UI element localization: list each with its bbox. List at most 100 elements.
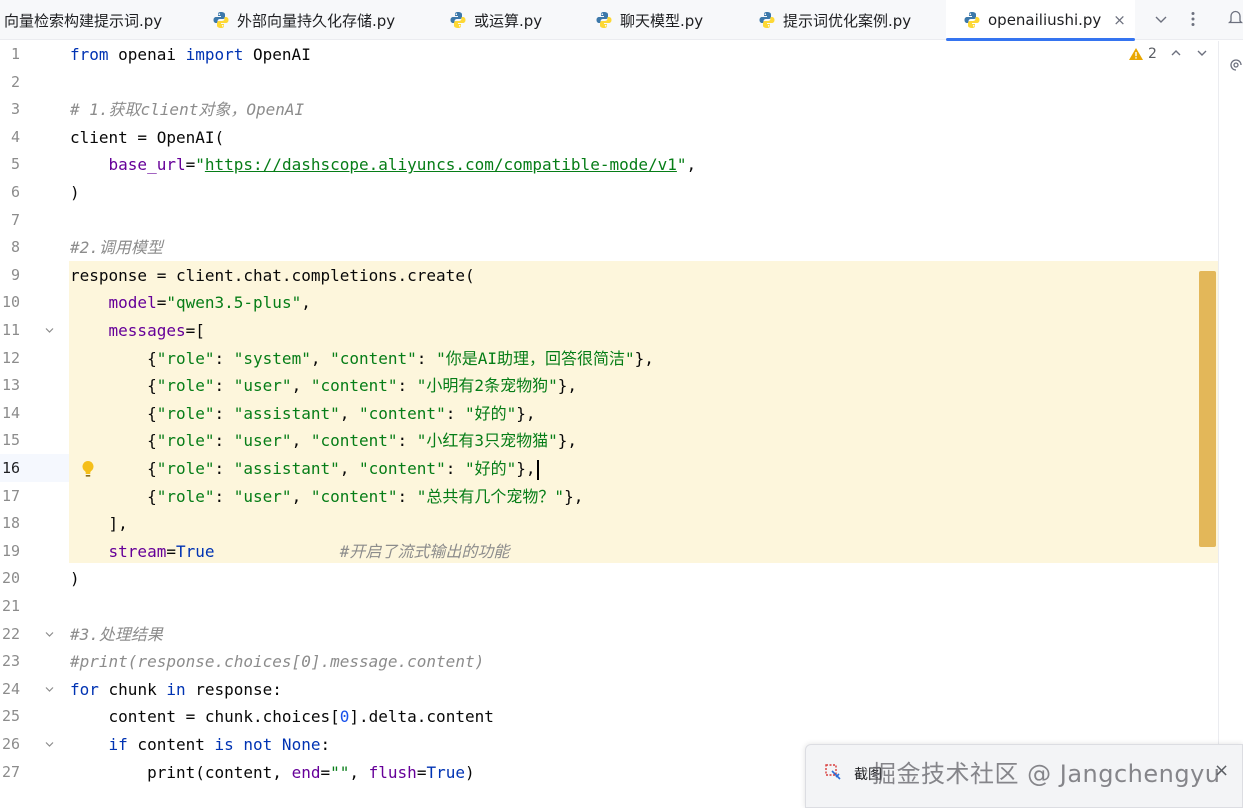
code-text[interactable]: {"role": "assistant", "content": "好的"},: [70, 455, 539, 483]
fold-chevron-icon[interactable]: [44, 325, 56, 337]
line-number[interactable]: 13: [0, 372, 20, 400]
line-number[interactable]: 5: [0, 151, 20, 179]
previous-highlight-chevron-up-icon[interactable]: [1168, 46, 1184, 66]
code-line[interactable]: 24 for chunk in response:: [0, 676, 1218, 704]
code-text[interactable]: #print(response.choices[0].message.conte…: [70, 648, 484, 676]
tab-xiangliang-jiansuo[interactable]: 向量检索构建提示词.py: [4, 0, 162, 40]
code-token: =: [320, 762, 331, 782]
code-text[interactable]: {"role": "user", "content": "小红有3只宠物猫"},: [70, 427, 577, 455]
code-text[interactable]: ): [70, 179, 80, 207]
code-line[interactable]: 2: [0, 69, 1218, 97]
code-line[interactable]: 22 #3.处理结果: [0, 621, 1218, 649]
code-line[interactable]: 6): [0, 179, 1218, 207]
line-number[interactable]: 17: [0, 483, 20, 511]
toast-close-icon[interactable]: ×: [1214, 760, 1229, 781]
code-line[interactable]: 13 {"role": "user", "content": "小明有2条宠物狗…: [0, 372, 1218, 400]
notifications-bell-icon[interactable]: [1228, 8, 1243, 26]
line-number[interactable]: 25: [0, 703, 20, 731]
line-number[interactable]: 26: [0, 731, 20, 759]
code-text[interactable]: client = OpenAI(: [70, 124, 224, 152]
code-text[interactable]: if content is not None:: [70, 731, 331, 759]
inspection-widget[interactable]: 2: [1128, 46, 1157, 62]
code-text[interactable]: #2.调用模型: [70, 234, 163, 262]
code-text[interactable]: stream=True #开启了流式输出的功能: [70, 538, 510, 566]
code-line[interactable]: 14 {"role": "assistant", "content": "好的"…: [0, 400, 1218, 428]
code-text[interactable]: for chunk in response:: [70, 676, 282, 704]
line-number[interactable]: 19: [0, 538, 20, 566]
next-highlight-chevron-down-icon[interactable]: [1194, 46, 1210, 66]
ai-assistant-spiral-icon[interactable]: [1228, 56, 1243, 74]
code-line[interactable]: 9 response = client.chat.completions.crea…: [0, 262, 1218, 290]
code-line[interactable]: 19 stream=True #开启了流式输出的功能: [0, 538, 1218, 566]
code-text[interactable]: {"role": "assistant", "content": "好的"},: [70, 400, 535, 428]
line-number[interactable]: 18: [0, 510, 20, 538]
line-number[interactable]: 10: [0, 289, 20, 317]
code-editor[interactable]: 1 from openai import OpenAI 2 3 # 1.获取client…: [0, 41, 1218, 808]
code-text[interactable]: from openai import OpenAI: [70, 41, 311, 69]
tab-openailiushi[interactable]: openailiushi.py ×: [946, 0, 1135, 41]
line-number[interactable]: 7: [0, 207, 20, 235]
line-number[interactable]: 1: [0, 41, 20, 69]
code-line[interactable]: 7: [0, 207, 1218, 235]
code-text[interactable]: {"role": "user", "content": "总共有几个宠物？"},: [70, 483, 583, 511]
code-line[interactable]: 5 base_url="https://dashscope.aliyuncs.c…: [0, 151, 1218, 179]
code-text[interactable]: model="qwen3.5-plus",: [70, 289, 311, 317]
code-text[interactable]: content = chunk.choices[0].delta.content: [70, 703, 494, 731]
tab-huo-yunsuan[interactable]: 或运算.py: [449, 0, 542, 40]
code-line[interactable]: 17 {"role": "user", "content": "总共有几个宠物？…: [0, 483, 1218, 511]
code-line[interactable]: 23 #print(response.choices[0].message.con…: [0, 648, 1218, 676]
code-line[interactable]: 4 client = OpenAI(: [0, 124, 1218, 152]
right-tool-strip: [1218, 41, 1243, 808]
code-line[interactable]: 18 ],: [0, 510, 1218, 538]
code-text[interactable]: {"role": "system", "content": "你是AI助理，回答…: [70, 345, 654, 373]
fold-chevron-icon[interactable]: [44, 739, 56, 751]
line-number[interactable]: 16: [0, 455, 20, 483]
code-text[interactable]: base_url="https://dashscope.aliyuncs.com…: [70, 151, 697, 179]
code-line[interactable]: 8 #2.调用模型: [0, 234, 1218, 262]
scrollbar-change-marker[interactable]: [1199, 271, 1216, 547]
code-line[interactable]: 3 # 1.获取client对象，OpenAI: [0, 96, 1218, 124]
code-text[interactable]: {"role": "user", "content": "小明有2条宠物狗"},: [70, 372, 577, 400]
line-number[interactable]: 9: [0, 262, 20, 290]
line-number[interactable]: 3: [0, 96, 20, 124]
fold-chevron-icon[interactable]: [44, 684, 56, 696]
code-line[interactable]: 21: [0, 593, 1218, 621]
line-number[interactable]: 6: [0, 179, 20, 207]
code-text[interactable]: print(content, end="", flush=True): [70, 759, 475, 787]
line-number[interactable]: 15: [0, 427, 20, 455]
code-line[interactable]: 1 from openai import OpenAI: [0, 41, 1218, 69]
code-token: #2.调用模型: [70, 238, 163, 258]
code-line[interactable]: 16 {"role": "assistant", "content": "好的"…: [0, 455, 1218, 483]
code-line[interactable]: 10 model="qwen3.5-plus",: [0, 289, 1218, 317]
code-text[interactable]: # 1.获取client对象，OpenAI: [70, 96, 304, 124]
code-line[interactable]: 25 content = chunk.choices[0].delta.cont…: [0, 703, 1218, 731]
line-number[interactable]: 4: [0, 124, 20, 152]
tab-list-chevron-down-icon[interactable]: [1149, 6, 1173, 32]
line-number[interactable]: 22: [0, 621, 20, 649]
line-number[interactable]: 23: [0, 648, 20, 676]
code-line[interactable]: 12 {"role": "system", "content": "你是AI助理…: [0, 345, 1218, 373]
code-line[interactable]: 20): [0, 565, 1218, 593]
line-number[interactable]: 14: [0, 400, 20, 428]
code-line[interactable]: 11 messages=[: [0, 317, 1218, 345]
line-number[interactable]: 27: [0, 759, 20, 787]
line-number[interactable]: 11: [0, 317, 20, 345]
code-text[interactable]: messages=[: [70, 317, 205, 345]
fold-chevron-icon[interactable]: [44, 629, 56, 641]
tab-waibu-xiangliang[interactable]: 外部向量持久化存储.py: [212, 0, 395, 40]
line-number[interactable]: 8: [0, 234, 20, 262]
line-number[interactable]: 12: [0, 345, 20, 373]
code-line[interactable]: 15 {"role": "user", "content": "小红有3只宠物猫…: [0, 427, 1218, 455]
tab-liaotian-moxing[interactable]: 聊天模型.py: [595, 0, 703, 40]
code-text[interactable]: response = client.chat.completions.creat…: [70, 262, 475, 290]
tab-tishici-youhua[interactable]: 提示词优化案例.py: [758, 0, 911, 40]
more-options-icon[interactable]: [1181, 6, 1205, 32]
line-number[interactable]: 2: [0, 69, 20, 97]
code-text[interactable]: #3.处理结果: [70, 621, 163, 649]
close-tab-icon[interactable]: ×: [1113, 11, 1126, 29]
code-text[interactable]: ],: [70, 510, 128, 538]
line-number[interactable]: 24: [0, 676, 20, 704]
line-number[interactable]: 21: [0, 593, 20, 621]
line-number[interactable]: 20: [0, 565, 20, 593]
code-text[interactable]: ): [70, 565, 80, 593]
